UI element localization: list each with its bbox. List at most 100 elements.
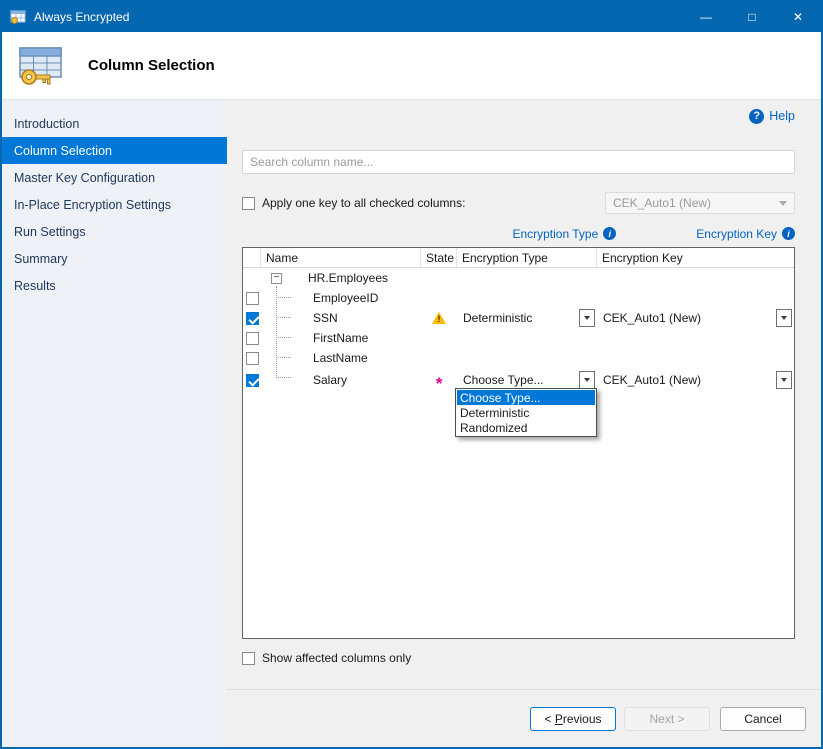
chevron-down-icon[interactable] bbox=[579, 309, 595, 327]
row-state-cell bbox=[421, 328, 457, 348]
row-check-cell bbox=[243, 368, 261, 392]
row-state-cell bbox=[421, 348, 457, 368]
minimize-button[interactable]: — bbox=[683, 2, 729, 32]
row-check-cell bbox=[243, 328, 261, 348]
encryption-key-combo[interactable]: CEK_Auto1 (New) bbox=[597, 308, 794, 328]
table-name-label: HR.Employees bbox=[308, 271, 388, 285]
dropdown-option-deterministic[interactable]: Deterministic bbox=[457, 405, 595, 420]
row-type-cell bbox=[457, 288, 597, 308]
tree-line bbox=[276, 297, 291, 298]
show-affected-checkbox[interactable] bbox=[242, 652, 255, 665]
encryption-type-info-icon[interactable]: i bbox=[603, 227, 616, 240]
grid-header-name: Name bbox=[261, 248, 421, 267]
window-title: Always Encrypted bbox=[34, 10, 129, 24]
table-row-group: HR.Employees bbox=[243, 268, 794, 288]
apply-key-label: Apply one key to all checked columns: bbox=[262, 196, 465, 210]
footer-bar: < Previous Next > Cancel bbox=[227, 689, 821, 747]
tree-line bbox=[276, 317, 291, 318]
always-encrypted-wizard-window: Always Encrypted — □ ✕ Column Selec bbox=[0, 0, 823, 749]
encryption-type-combo[interactable]: Deterministic bbox=[457, 308, 597, 328]
content-area: Introduction Column Selection Master Key… bbox=[2, 100, 821, 747]
warning-icon bbox=[432, 312, 446, 324]
tree-line bbox=[276, 357, 291, 358]
table-row-ssn: SSN Deterministic CEK_Auto1 (New) bbox=[243, 308, 794, 328]
close-button[interactable]: ✕ bbox=[775, 2, 821, 32]
row-state-cell bbox=[421, 308, 457, 328]
grid-header-row: Name State Encryption Type Encryption Ke… bbox=[243, 248, 794, 268]
show-affected-row: Show affected columns only bbox=[242, 650, 795, 666]
grid-header-state: State bbox=[421, 248, 457, 267]
search-column-input[interactable] bbox=[242, 150, 795, 174]
maximize-button[interactable]: □ bbox=[729, 2, 775, 32]
next-button[interactable]: Next > bbox=[624, 707, 710, 731]
apply-key-select[interactable]: CEK_Auto1 (New) bbox=[605, 192, 795, 214]
column-name-label: SSN bbox=[313, 311, 338, 325]
grid-header-checkbox-col bbox=[243, 248, 261, 267]
sidebar-item-column-selection[interactable]: Column Selection bbox=[2, 137, 227, 164]
encryption-key-info-icon[interactable]: i bbox=[782, 227, 795, 240]
apply-key-select-value: CEK_Auto1 (New) bbox=[613, 196, 711, 210]
column-name-label: EmployeeID bbox=[313, 291, 378, 305]
sidebar-item-results[interactable]: Results bbox=[2, 272, 227, 299]
row-key-cell bbox=[597, 328, 794, 348]
grid-links-row: Encryption Type i Encryption Key i bbox=[242, 226, 795, 241]
row-checkbox[interactable] bbox=[246, 352, 259, 365]
help-icon[interactable]: ? bbox=[749, 109, 764, 124]
row-check-cell bbox=[243, 308, 261, 328]
sidebar-item-introduction[interactable]: Introduction bbox=[2, 110, 227, 137]
table-row-salary: Salary * Choose Type... CEK_Auto1 (New) bbox=[243, 368, 794, 388]
page-header: Column Selection bbox=[2, 32, 821, 100]
column-name-label: Salary bbox=[313, 373, 347, 387]
row-check-cell bbox=[243, 348, 261, 368]
previous-label-accel: P bbox=[555, 712, 563, 726]
encryption-type-dropdown: Choose Type... Deterministic Randomized bbox=[455, 388, 597, 437]
row-name-cell: HR.Employees bbox=[261, 268, 421, 288]
encryption-key-link[interactable]: Encryption Key bbox=[696, 227, 777, 241]
chevron-down-icon[interactable] bbox=[776, 371, 792, 389]
encryption-key-link-group: Encryption Key i bbox=[696, 227, 795, 241]
chevron-down-icon bbox=[779, 201, 787, 206]
grid-header-encryption-type: Encryption Type bbox=[457, 248, 597, 267]
encryption-type-link[interactable]: Encryption Type bbox=[512, 227, 598, 241]
chevron-down-icon[interactable] bbox=[776, 309, 792, 327]
row-name-cell: SSN bbox=[261, 308, 421, 328]
row-state-cell bbox=[421, 268, 457, 288]
row-state-cell bbox=[421, 288, 457, 308]
tree-line bbox=[276, 286, 277, 378]
row-checkbox[interactable] bbox=[246, 332, 259, 345]
sidebar-item-in-place-encryption-settings[interactable]: In-Place Encryption Settings bbox=[2, 191, 227, 218]
apply-key-checkbox[interactable] bbox=[242, 197, 255, 210]
row-checkbox[interactable] bbox=[246, 312, 259, 325]
column-name-label: LastName bbox=[313, 351, 368, 365]
row-key-cell bbox=[597, 268, 794, 288]
dropdown-option-randomized[interactable]: Randomized bbox=[457, 420, 595, 435]
encryption-key-value: CEK_Auto1 (New) bbox=[603, 373, 701, 387]
row-name-cell: Salary bbox=[261, 368, 421, 392]
dropdown-option-choose-type[interactable]: Choose Type... bbox=[457, 390, 595, 405]
encryption-type-value: Choose Type... bbox=[463, 373, 544, 387]
row-checkbox[interactable] bbox=[246, 374, 259, 387]
row-checkbox[interactable] bbox=[246, 292, 259, 305]
sidebar-item-summary[interactable]: Summary bbox=[2, 245, 227, 272]
sidebar-item-master-key-configuration[interactable]: Master Key Configuration bbox=[2, 164, 227, 191]
row-type-cell bbox=[457, 348, 597, 368]
row-check-cell bbox=[243, 268, 261, 288]
previous-label-pre: < bbox=[544, 712, 554, 726]
row-type-cell bbox=[457, 328, 597, 348]
encryption-type-value: Deterministic bbox=[463, 311, 532, 325]
tree-collapse-icon[interactable] bbox=[271, 273, 282, 284]
column-selection-icon bbox=[16, 45, 64, 87]
sidebar-item-run-settings[interactable]: Run Settings bbox=[2, 218, 227, 245]
help-link[interactable]: Help bbox=[769, 109, 795, 123]
chevron-down-icon[interactable] bbox=[579, 371, 595, 389]
table-row-lastname: LastName bbox=[243, 348, 794, 368]
previous-button[interactable]: < Previous bbox=[530, 707, 616, 731]
help-row: ? Help bbox=[242, 108, 795, 124]
column-name-label: FirstName bbox=[313, 331, 368, 345]
table-row-employeeid: EmployeeID bbox=[243, 288, 794, 308]
row-name-cell: LastName bbox=[261, 348, 421, 368]
encryption-key-combo[interactable]: CEK_Auto1 (New) bbox=[597, 368, 794, 392]
titlebar[interactable]: Always Encrypted — □ ✕ bbox=[2, 2, 821, 32]
show-affected-label: Show affected columns only bbox=[262, 651, 411, 665]
cancel-button[interactable]: Cancel bbox=[720, 707, 806, 731]
